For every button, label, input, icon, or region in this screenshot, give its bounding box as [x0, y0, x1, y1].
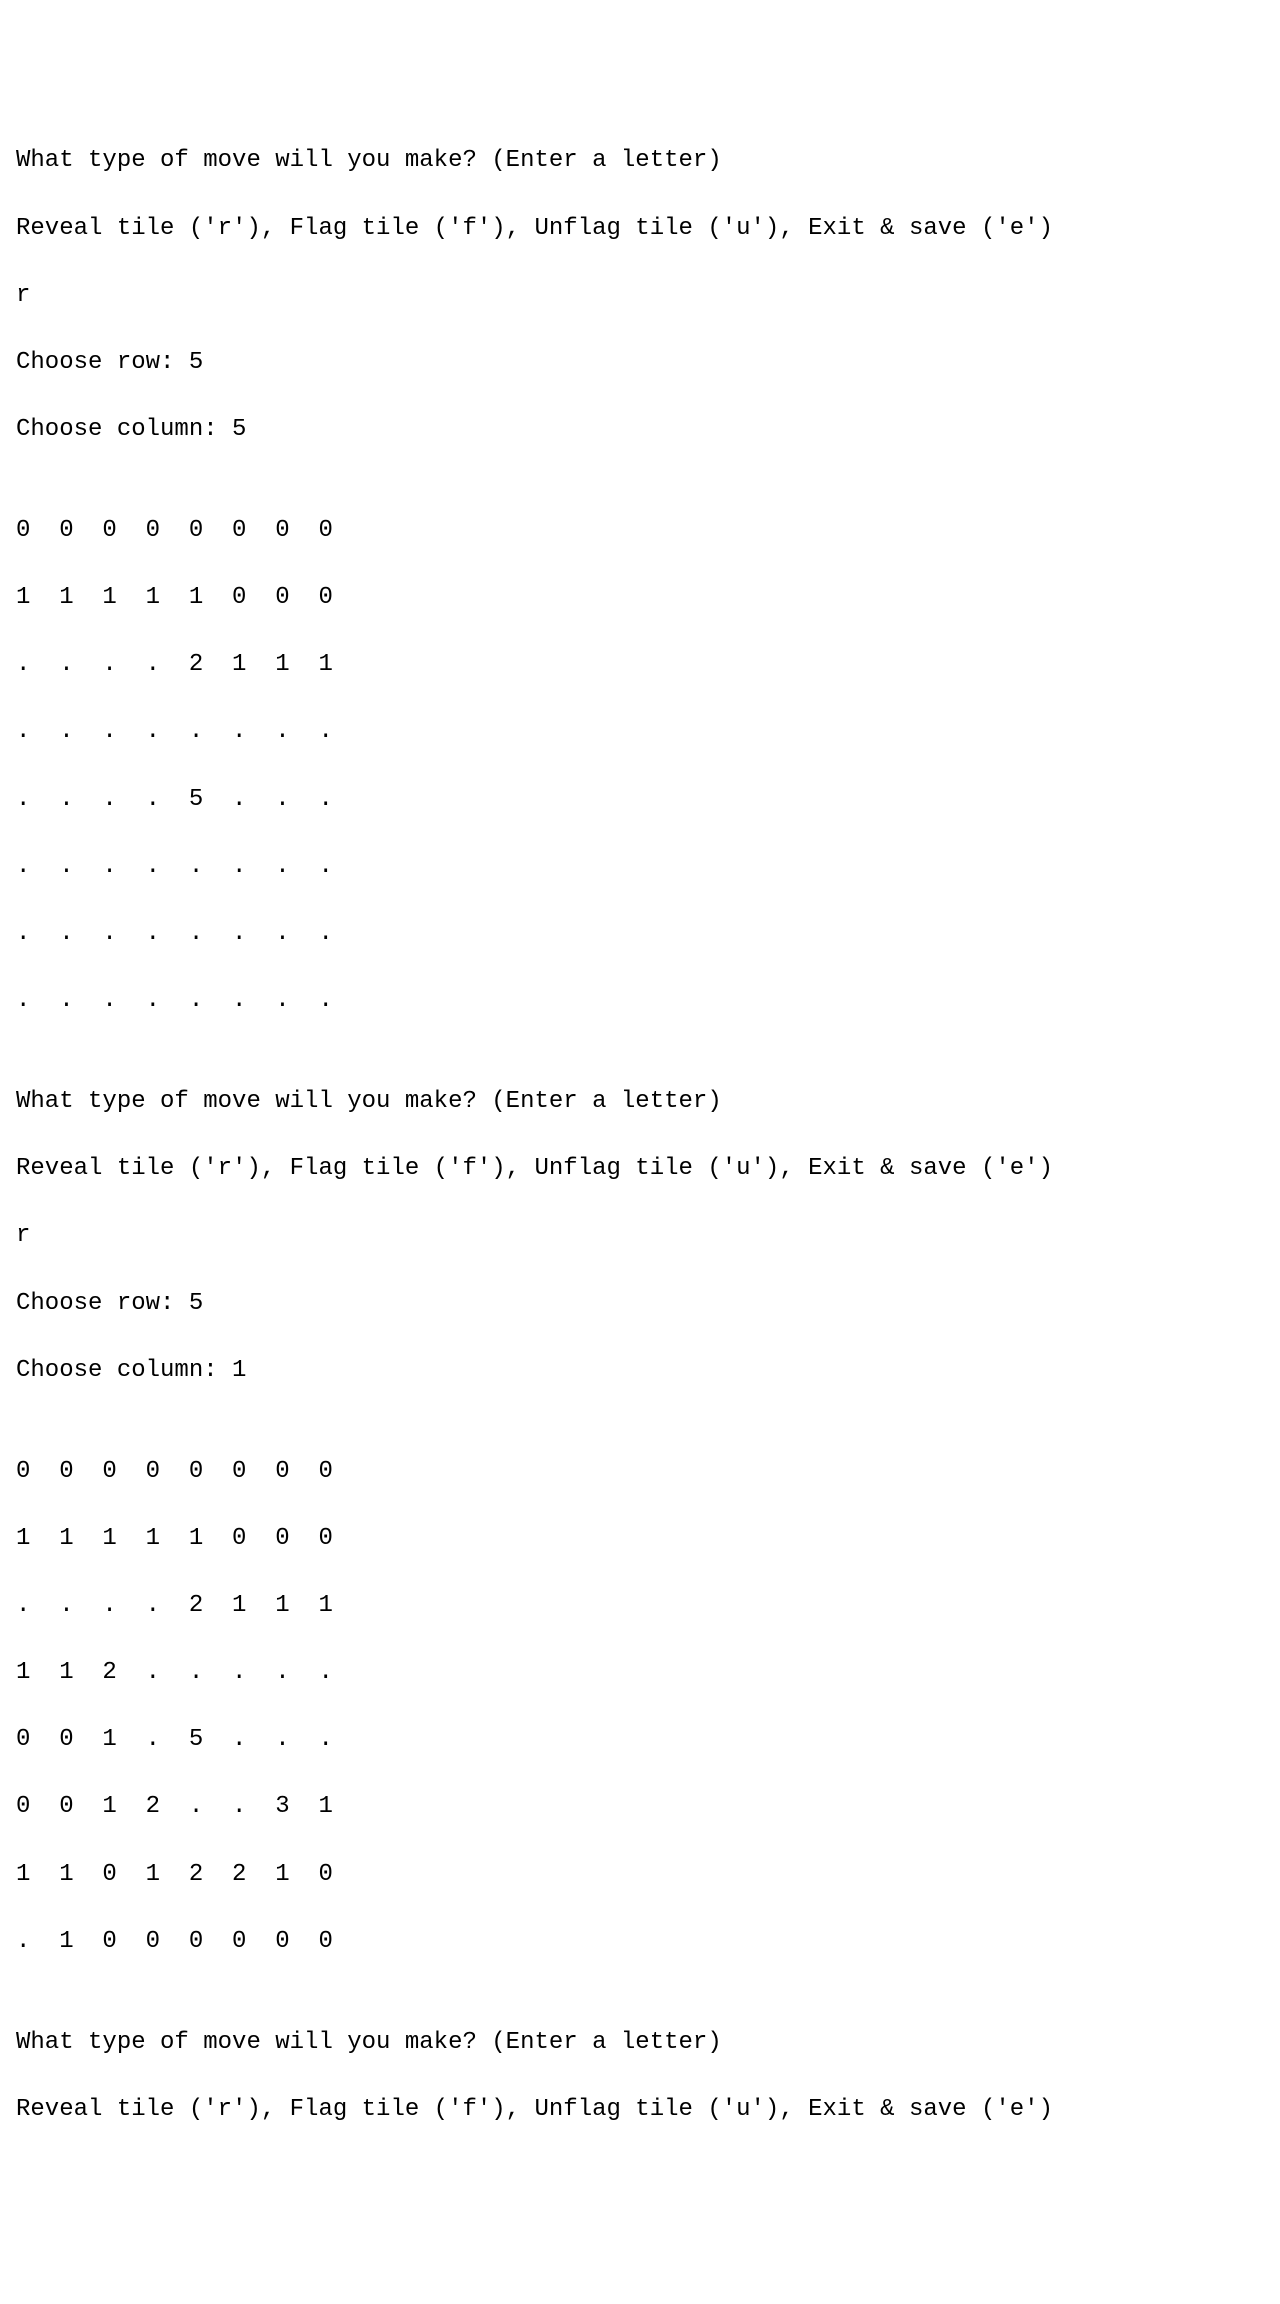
board-row: . . . . . . . .	[16, 850, 1264, 884]
board-row: . . . . . . . .	[16, 917, 1264, 951]
choose-column-line: Choose column: 1	[16, 1354, 1264, 1388]
board-row: 0 0 0 0 0 0 0 0	[16, 1455, 1264, 1489]
board-row: 0 0 1 . 5 . . .	[16, 1723, 1264, 1757]
board-row: . . . . 5 . . .	[16, 783, 1264, 817]
choose-column-label: Choose column:	[16, 416, 232, 443]
board-row: . 1 0 0 0 0 0 0	[16, 1925, 1264, 1959]
user-input-row[interactable]: 5	[189, 1290, 203, 1317]
choose-row-line: Choose row: 5	[16, 1287, 1264, 1321]
board-row: 0 0 0 0 0 0 0 0	[16, 514, 1264, 548]
board-row: 1 1 1 1 1 0 0 0	[16, 1522, 1264, 1556]
choose-row-label: Choose row:	[16, 1290, 189, 1317]
move-prompt-question: What type of move will you make? (Enter …	[16, 1085, 1264, 1119]
board-row: 0 0 1 2 . . 3 1	[16, 1790, 1264, 1824]
board-row: . . . . . . . .	[16, 984, 1264, 1018]
board-row: 1 1 0 1 2 2 1 0	[16, 1858, 1264, 1892]
user-input-row[interactable]: 5	[189, 349, 203, 376]
move-prompt-question: What type of move will you make? (Enter …	[16, 2026, 1264, 2060]
user-input-column[interactable]: 5	[232, 416, 246, 443]
choose-row-label: Choose row:	[16, 349, 189, 376]
board-row: . . . . 2 1 1 1	[16, 1589, 1264, 1623]
board-row: . . . . . . . .	[16, 715, 1264, 749]
user-input-move[interactable]: r	[16, 279, 1264, 313]
board-row: . . . . 2 1 1 1	[16, 648, 1264, 682]
user-input-move[interactable]: r	[16, 1219, 1264, 1253]
move-prompt-options: Reveal tile ('r'), Flag tile ('f'), Unfl…	[16, 212, 1264, 246]
choose-column-label: Choose column:	[16, 1357, 232, 1384]
move-prompt-options: Reveal tile ('r'), Flag tile ('f'), Unfl…	[16, 1152, 1264, 1186]
board-row: 1 1 1 1 1 0 0 0	[16, 581, 1264, 615]
move-prompt-question: What type of move will you make? (Enter …	[16, 144, 1264, 178]
board-row: 1 1 2 . . . . .	[16, 1656, 1264, 1690]
move-prompt-options: Reveal tile ('r'), Flag tile ('f'), Unfl…	[16, 2093, 1264, 2127]
choose-column-line: Choose column: 5	[16, 413, 1264, 447]
choose-row-line: Choose row: 5	[16, 346, 1264, 380]
user-input-column[interactable]: 1	[232, 1357, 246, 1384]
